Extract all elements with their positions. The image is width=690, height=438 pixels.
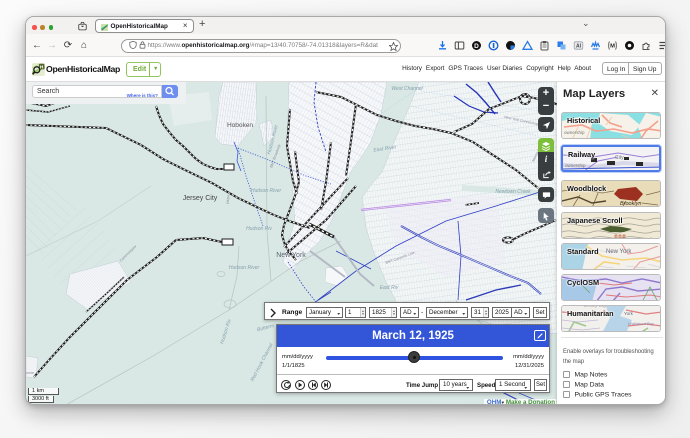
svg-text:D: D [474, 42, 479, 49]
svg-text:New York: New York [276, 252, 306, 259]
svg-text:New York: New York [606, 249, 632, 255]
svg-text:AI: AI [576, 43, 582, 49]
svg-text:Hudson River: Hudson River [251, 188, 282, 194]
svg-text:Wallabout Bay: Wallabout Bay [628, 321, 655, 326]
svg-text:Newtown Creek: Newtown Creek [495, 189, 531, 195]
svg-text:Hoboken: Hoboken [227, 122, 253, 129]
svg-text:県県県: 県県県 [614, 233, 626, 239]
svg-text:York: York [624, 311, 634, 316]
svg-text:Hudson River: Hudson River [229, 265, 260, 271]
svg-text:City: City [615, 155, 624, 161]
svg-text:Jersey City: Jersey City [183, 195, 218, 202]
svg-text:M: M [610, 43, 615, 49]
svg-text:East Riv: East Riv [380, 285, 399, 291]
svg-text:onne: onne [26, 371, 34, 375]
svg-text:Hudson Riv: Hudson Riv [246, 226, 272, 232]
svg-text:West Channel: West Channel [391, 86, 423, 92]
svg-text:Brooklyn: Brooklyn [620, 201, 641, 207]
svg-text:PATH: PATH [226, 194, 231, 204]
